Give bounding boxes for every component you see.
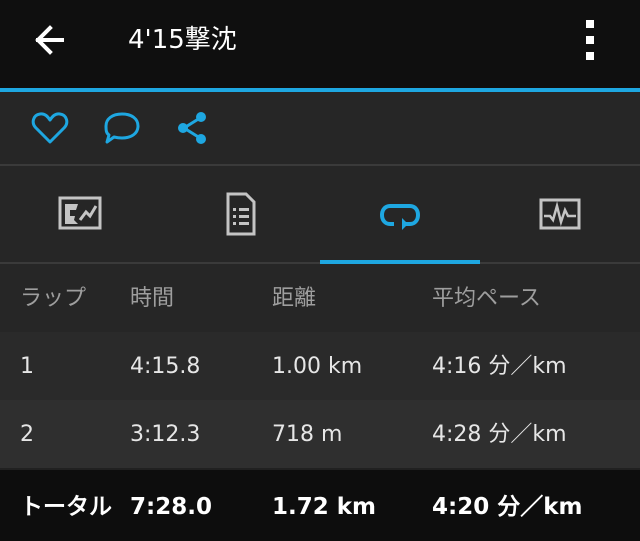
map-chart-icon bbox=[58, 196, 102, 230]
laps-icon bbox=[379, 204, 421, 230]
tab-details[interactable] bbox=[160, 166, 320, 262]
header-avg-pace: 平均ペース bbox=[432, 286, 541, 311]
lap-number: 1 bbox=[20, 354, 34, 379]
tab-bar bbox=[0, 166, 640, 262]
more-vert-icon bbox=[586, 20, 594, 60]
lap-pace: 4:16 分／km bbox=[432, 354, 567, 379]
total-distance: 1.72 km bbox=[272, 494, 377, 520]
comment-button[interactable] bbox=[98, 104, 146, 152]
document-list-icon bbox=[226, 192, 256, 236]
arrow-left-icon bbox=[35, 25, 64, 55]
share-icon bbox=[178, 112, 206, 144]
lap-time: 4:15.8 bbox=[130, 354, 201, 379]
total-time: 7:28.0 bbox=[130, 494, 212, 520]
total-label: トータル bbox=[20, 494, 112, 520]
total-row: トータル 7:28.0 1.72 km 4:20 分／km bbox=[0, 470, 640, 541]
header-time: 時間 bbox=[130, 286, 175, 311]
app-bar: 4'15撃沈 bbox=[0, 0, 640, 88]
back-button[interactable] bbox=[22, 16, 78, 64]
total-pace: 4:20 分／km bbox=[432, 494, 583, 520]
lap-time: 3:12.3 bbox=[130, 422, 201, 447]
lap-distance: 718 m bbox=[272, 422, 343, 447]
lap-number: 2 bbox=[20, 422, 34, 447]
activity-graph-icon bbox=[539, 198, 581, 230]
tab-graphs[interactable] bbox=[480, 166, 640, 262]
like-button[interactable] bbox=[26, 104, 74, 152]
header-lap: ラップ bbox=[20, 286, 87, 311]
heart-icon bbox=[31, 112, 69, 144]
share-button[interactable] bbox=[168, 104, 216, 152]
comment-icon bbox=[104, 112, 140, 144]
more-options-button[interactable] bbox=[568, 12, 616, 68]
table-header: ラップ 時間 距離 平均ペース bbox=[0, 264, 640, 332]
lap-distance: 1.00 km bbox=[272, 354, 363, 379]
tab-map[interactable] bbox=[0, 166, 160, 262]
table-row[interactable]: 2 3:12.3 718 m 4:28 分／km bbox=[0, 400, 640, 468]
table-row[interactable]: 1 4:15.8 1.00 km 4:16 分／km bbox=[0, 332, 640, 400]
action-row bbox=[0, 92, 640, 164]
tab-laps[interactable] bbox=[320, 166, 480, 262]
lap-pace: 4:28 分／km bbox=[432, 422, 567, 447]
page-title: 4'15撃沈 bbox=[128, 25, 237, 55]
header-distance: 距離 bbox=[272, 286, 317, 311]
